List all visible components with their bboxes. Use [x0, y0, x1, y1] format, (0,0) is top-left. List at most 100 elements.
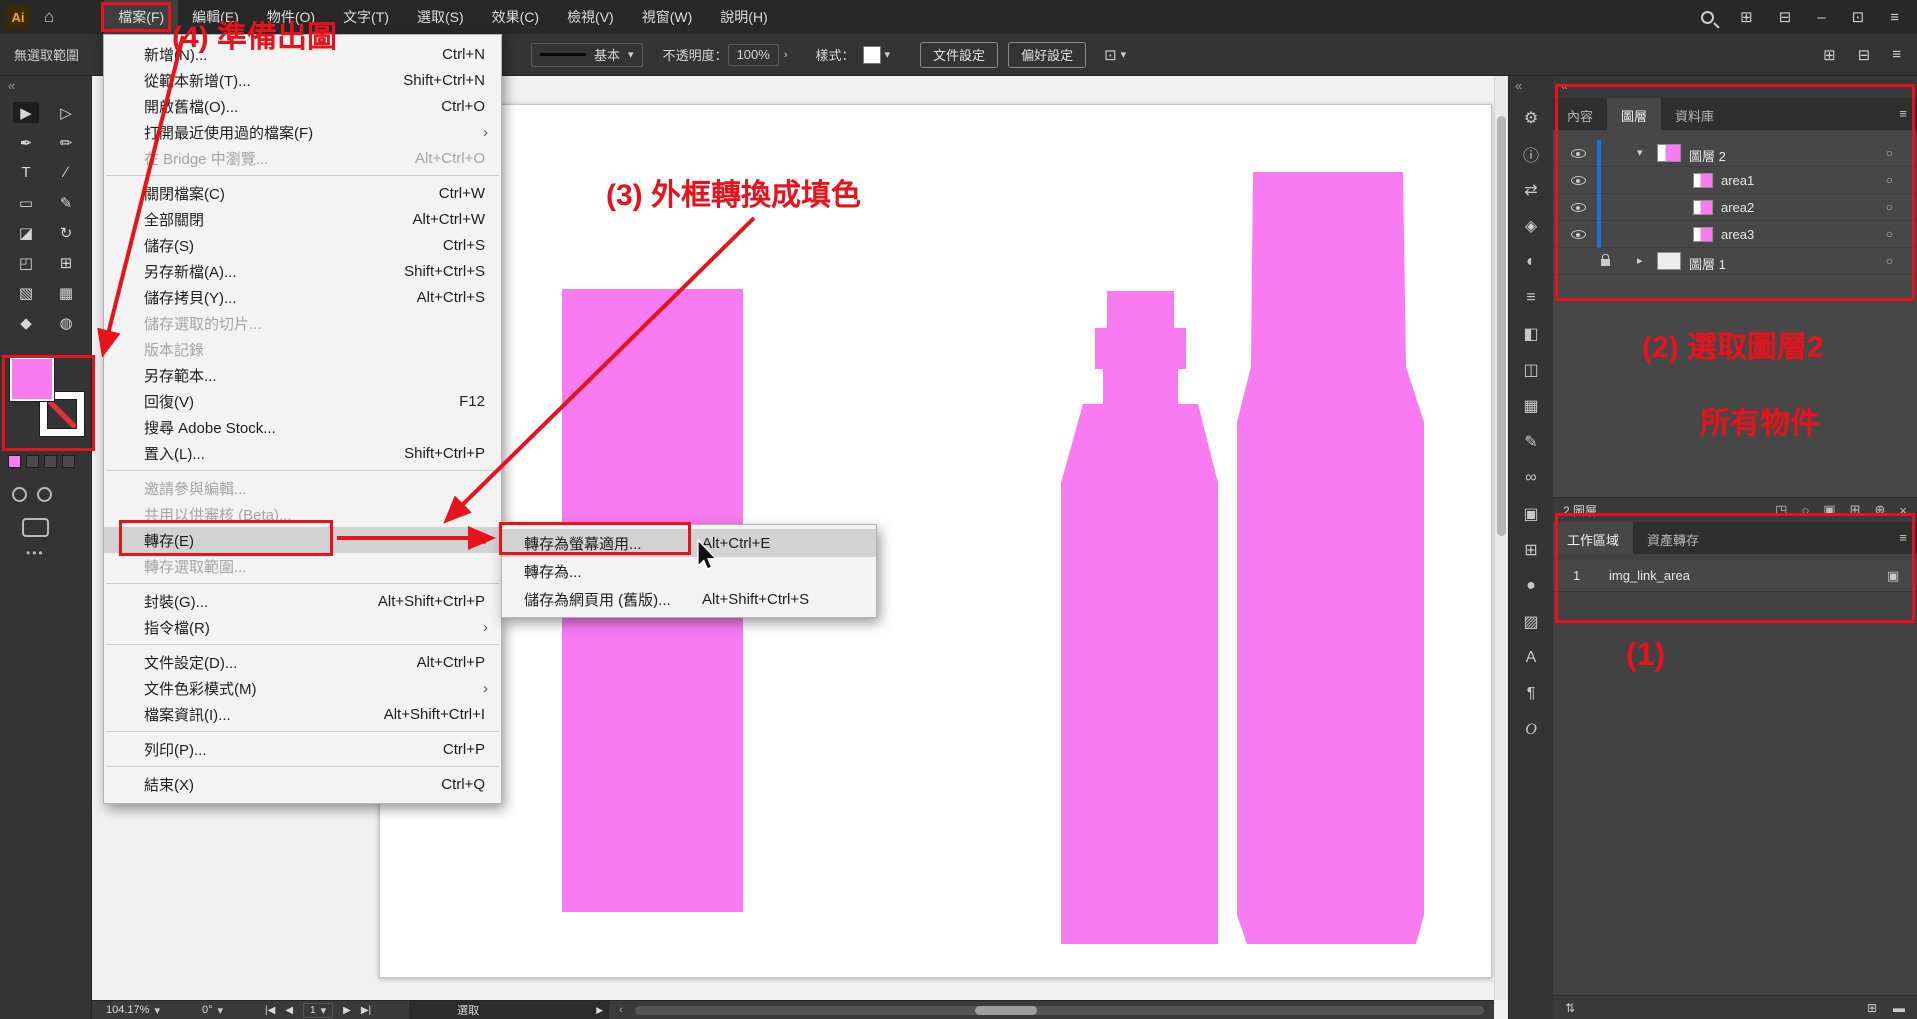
panel-resize-icon[interactable]: ⇅ [1565, 1001, 1575, 1015]
panel-menu-icon[interactable]: ≡ [1889, 98, 1917, 130]
paintbrush-tool[interactable]: ✎ [53, 192, 79, 213]
menu-item-document-setup[interactable]: 文件設定(D)...Alt+Ctrl+P [104, 649, 501, 675]
layer-row-layer1[interactable]: ▸ 圖層 1 ○ [1553, 248, 1917, 275]
shape-builder-tool[interactable]: ⊞ [53, 252, 79, 273]
gradient-mode-icon[interactable] [26, 455, 39, 468]
chevron-right-icon[interactable]: › [784, 49, 788, 61]
layer-row-area2[interactable]: area2 ○ [1553, 194, 1917, 221]
menu-help[interactable]: 說明(H) [706, 0, 781, 34]
next-artboard-icon[interactable]: ▶ [343, 1005, 351, 1016]
vertical-scrollbar[interactable] [1494, 76, 1508, 1000]
menu-item-open[interactable]: 開啟舊檔(O)...Ctrl+O [104, 93, 501, 119]
arrange-documents-icon[interactable]: ⊡ [1104, 46, 1117, 64]
swap-colors-icon[interactable] [62, 455, 75, 468]
graphic-styles-icon[interactable]: ▨ [1509, 604, 1553, 640]
chevron-down-icon[interactable]: ▾ [885, 48, 891, 61]
visibility-eye-icon[interactable] [1571, 203, 1586, 212]
draw-behind-icon[interactable] [37, 487, 52, 502]
first-artboard-icon[interactable]: |◀ [265, 1005, 275, 1016]
collapse-panel-icon[interactable]: « [1561, 79, 1568, 93]
selection-tool[interactable]: ▶ [13, 102, 39, 123]
menu-file[interactable]: 檔案(F) [104, 0, 178, 34]
target-circle-icon[interactable]: ○ [1886, 146, 1893, 160]
new-layer-icon[interactable]: ⊕ [1875, 502, 1886, 518]
new-sublayer-icon[interactable]: ⊞ [1850, 502, 1861, 518]
scroll-left-icon[interactable]: ‹ [619, 1004, 623, 1016]
home-icon[interactable]: ⌂ [44, 7, 54, 27]
menu-item-place[interactable]: 置入(L)...Shift+Ctrl+P [104, 440, 501, 466]
stroke-icon[interactable]: ≡ [1509, 280, 1553, 316]
gradient-icon[interactable]: ◧ [1509, 316, 1553, 352]
target-circle-icon[interactable]: ○ [1886, 254, 1893, 268]
artboard-name[interactable]: img_link_area [1609, 568, 1690, 583]
swatches-icon[interactable]: ▦ [1509, 388, 1553, 424]
layer-row-area1[interactable]: area1 ○ [1553, 167, 1917, 194]
menu-item-new[interactable]: 新增(N)...Ctrl+N [104, 41, 501, 67]
menu-item-close[interactable]: 關閉檔案(C)Ctrl+W [104, 180, 501, 206]
submenu-item-export-for-screens[interactable]: 轉存為螢幕適用...Alt+Ctrl+E [502, 529, 876, 557]
panel-options-icon[interactable]: ▬ [1893, 1001, 1905, 1015]
pen-tool[interactable]: ✒ [13, 132, 39, 153]
screen-mode-icon[interactable] [22, 518, 49, 537]
stroke-style-dropdown[interactable]: 基本 ▾ [531, 43, 643, 67]
line-segment-tool[interactable]: ∕ [53, 162, 79, 183]
style-swatch[interactable] [863, 46, 881, 64]
rotation-control[interactable]: 0° ▾ [196, 1003, 229, 1018]
menu-item-revert[interactable]: 回復(V)F12 [104, 388, 501, 414]
edit-toolbar-icon[interactable]: ••• [26, 546, 45, 560]
layer-name[interactable]: 圖層 2 [1689, 146, 1726, 165]
scale-tool[interactable]: ◰ [13, 252, 39, 273]
transparency-icon[interactable]: ◫ [1509, 352, 1553, 388]
visibility-eye-icon[interactable] [1571, 230, 1586, 239]
character-icon[interactable]: A [1509, 640, 1553, 676]
status-field[interactable]: 選取 ▶ [409, 1001, 609, 1019]
make-clip-mask-icon[interactable]: ▣ [1823, 502, 1835, 518]
color-mode-icon[interactable] [8, 455, 21, 468]
chevron-right-icon[interactable]: ▸ [1637, 254, 1643, 267]
artboard-icon[interactable]: ▣ [1887, 568, 1899, 584]
tab-properties[interactable]: 內容 [1553, 98, 1607, 130]
search-icon[interactable] [1701, 11, 1714, 24]
chevron-down-icon[interactable]: ▾ [1121, 48, 1127, 61]
rotate-tool[interactable]: ↻ [53, 222, 79, 243]
horizontal-scrollbar-thumb[interactable] [975, 1006, 1037, 1015]
mesh-tool[interactable]: ▦ [53, 282, 79, 303]
appearance-icon[interactable]: ● [1509, 568, 1553, 604]
restore-icon[interactable]: ⊡ [1852, 8, 1865, 26]
horizontal-scrollbar[interactable] [635, 1006, 1484, 1015]
color-icon[interactable]: ◐ [1509, 244, 1553, 280]
collect-for-export-icon[interactable]: ◳ [1775, 502, 1787, 518]
collapse-tools-icon[interactable]: « [8, 78, 15, 93]
panels-icon[interactable]: ⊟ [1779, 8, 1792, 26]
app-menu-icon[interactable]: ≡ [1890, 9, 1899, 26]
menu-item-print[interactable]: 列印(P)...Ctrl+P [104, 736, 501, 762]
info-icon[interactable]: ⓘ [1509, 136, 1553, 172]
menu-window[interactable]: 視窗(W) [628, 0, 707, 34]
previous-artboard-icon[interactable]: ◀ [285, 1005, 293, 1016]
tab-asset-export[interactable]: 資產轉存 [1633, 522, 1713, 554]
workspace-grid-icon[interactable]: ⊞ [1740, 8, 1753, 26]
layer-row-layer2[interactable]: ▾ 圖層 2 ○ [1553, 140, 1917, 167]
menu-item-save-a-copy[interactable]: 儲存拷貝(Y)...Alt+Ctrl+S [104, 284, 501, 310]
opentype-icon[interactable]: O [1509, 712, 1553, 748]
hamburger-icon[interactable]: ≡ [1892, 46, 1901, 64]
menu-item-file-info[interactable]: 檔案資訊(I)...Alt+Shift+Ctrl+I [104, 701, 501, 727]
minimize-icon[interactable]: – [1817, 9, 1825, 26]
eraser-tool[interactable]: ◪ [13, 222, 39, 243]
menu-item-save-as[interactable]: 另存新檔(A)...Shift+Ctrl+S [104, 258, 501, 284]
menu-item-export[interactable]: 轉存(E)› [104, 527, 501, 553]
draw-normal-icon[interactable] [12, 487, 27, 502]
panel-menu-icon[interactable]: ≡ [1889, 522, 1917, 554]
artboard-row[interactable]: 1 img_link_area ▣ [1553, 560, 1917, 592]
panel-grid-icon[interactable]: ⊞ [1867, 1001, 1877, 1015]
transform-icon[interactable]: ⇄ [1509, 172, 1553, 208]
links-icon[interactable]: ∞ [1509, 460, 1553, 496]
locate-object-icon[interactable]: ○ [1801, 503, 1809, 518]
artboards-icon[interactable]: ⊞ [1509, 532, 1553, 568]
tab-libraries[interactable]: 資料庫 [1661, 98, 1728, 130]
target-circle-icon[interactable]: ○ [1886, 227, 1893, 241]
menu-type[interactable]: 文字(T) [329, 0, 403, 34]
target-circle-icon[interactable]: ○ [1886, 200, 1893, 214]
menu-item-document-color-mode[interactable]: 文件色彩模式(M)› [104, 675, 501, 701]
menu-object[interactable]: 物件(O) [253, 0, 329, 34]
